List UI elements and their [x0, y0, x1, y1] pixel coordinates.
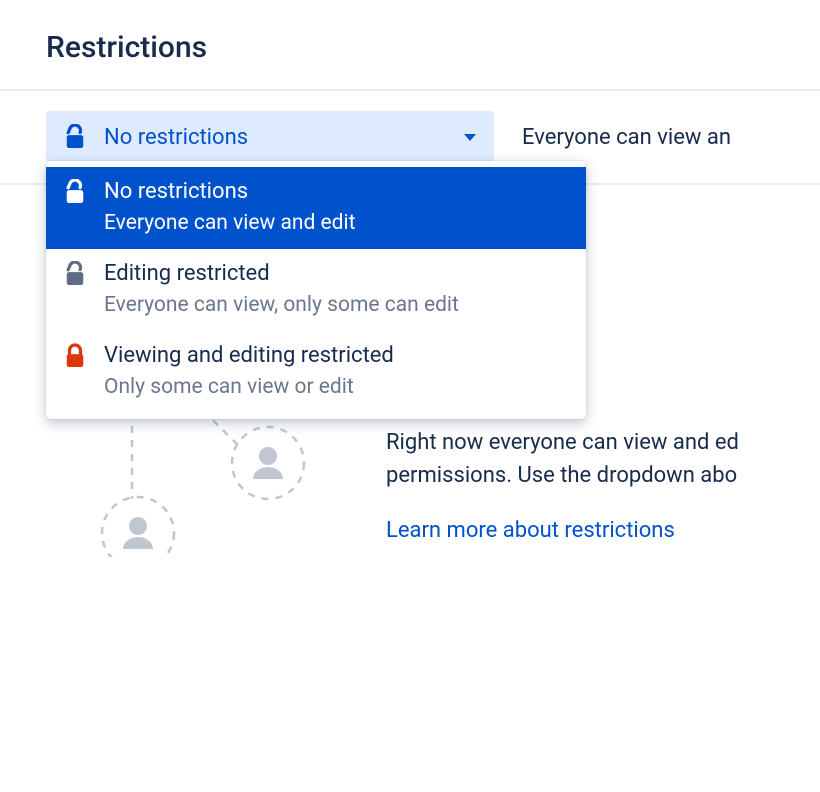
option-desc: Everyone can view and edit — [104, 209, 568, 237]
option-text: Viewing and editing restricted Only some… — [104, 341, 568, 401]
option-title: No restrictions — [104, 177, 568, 207]
option-editing-restricted[interactable]: Editing restricted Everyone can view, on… — [46, 249, 586, 331]
restrictions-dropdown[interactable]: No restrictions — [46, 111, 494, 163]
option-no-restrictions[interactable]: No restrictions Everyone can view and ed… — [46, 167, 586, 249]
page-title: Restrictions — [46, 30, 774, 65]
header: Restrictions — [0, 0, 820, 89]
option-title: Editing restricted — [104, 259, 568, 289]
controls-row: No restrictions Everyone can view an No … — [0, 91, 820, 183]
side-description: Everyone can view an — [522, 125, 731, 150]
unlock-icon — [64, 179, 86, 205]
option-text: No restrictions Everyone can view and ed… — [104, 177, 568, 237]
option-title: Viewing and editing restricted — [104, 341, 568, 371]
dropdown-menu: No restrictions Everyone can view and ed… — [46, 161, 586, 419]
dropdown-selected-label: No restrictions — [104, 125, 464, 150]
chevron-down-icon — [464, 134, 476, 141]
unlock-icon — [64, 261, 86, 287]
option-desc: Everyone can view, only some can edit — [104, 291, 568, 319]
lock-icon — [64, 343, 86, 369]
learn-more-link[interactable]: Learn more about restrictions — [386, 518, 675, 543]
option-viewing-editing-restricted[interactable]: Viewing and editing restricted Only some… — [46, 331, 586, 413]
unlock-icon — [64, 124, 86, 150]
option-text: Editing restricted Everyone can view, on… — [104, 259, 568, 319]
content-body: Right now everyone can view and ed permi… — [386, 426, 774, 492]
option-desc: Only some can view or edit — [104, 373, 568, 401]
